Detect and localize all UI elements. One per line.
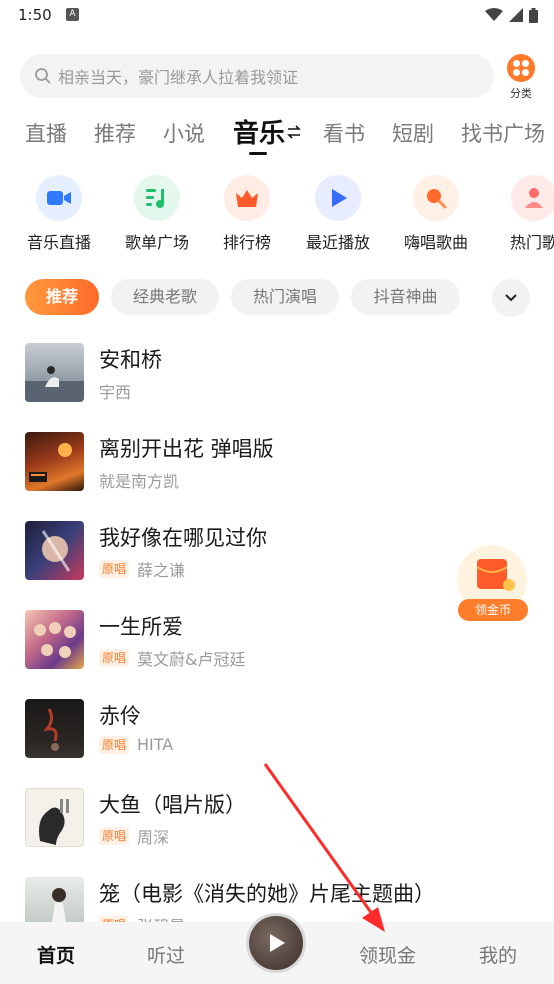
- shortcut-recent-play[interactable]: 最近播放: [298, 175, 378, 253]
- song-title: 离别开出花 弹唱版: [99, 437, 274, 461]
- shortcut-rankings[interactable]: 排行榜: [207, 175, 287, 253]
- song-artist: 就是南方凯: [99, 472, 180, 491]
- notification-icon: A: [66, 8, 79, 21]
- hot-singer-icon: [511, 175, 554, 221]
- tab-recommend[interactable]: 推荐: [94, 118, 136, 148]
- floating-coin-reward[interactable]: 领金币: [455, 545, 529, 621]
- song-title: 我好像在哪见过你: [99, 526, 267, 550]
- shortcut-hot-songs[interactable]: 热门歌: [494, 175, 554, 253]
- shortcut-label: 排行榜: [222, 233, 271, 252]
- crown-icon: [224, 175, 270, 221]
- song-title: 赤伶: [99, 704, 141, 728]
- tab-indicator: [249, 152, 267, 155]
- mini-player-button[interactable]: [246, 913, 306, 973]
- song-meta: 原唱 周深: [99, 824, 169, 848]
- tab-book-square[interactable]: 找书广场: [461, 118, 545, 148]
- list-item[interactable]: 安和桥 宇西: [0, 338, 554, 414]
- shortcut-label: 音乐直播: [26, 233, 91, 252]
- song-artist: 宇西: [99, 383, 132, 402]
- coin-label: 领金币: [458, 599, 528, 621]
- play-icon: [270, 934, 285, 952]
- song-meta: 原唱 莫文蔚&卢冠廷: [99, 646, 246, 670]
- playlist-icon: [134, 175, 180, 221]
- chevron-down-icon: [505, 294, 517, 302]
- original-badge: 原唱: [99, 735, 130, 754]
- nav-listened[interactable]: 听过: [147, 941, 185, 968]
- play-triangle-icon: [315, 175, 361, 221]
- search-bar[interactable]: 相亲当天，豪门继承人拉着我领证: [20, 54, 494, 98]
- song-meta: 原唱 薛之谦: [99, 557, 185, 581]
- nav-mine[interactable]: 我的: [479, 941, 517, 968]
- tab-short-drama[interactable]: 短剧: [392, 118, 434, 148]
- shortcut-label: 歌单广场: [124, 233, 189, 252]
- category-button[interactable]: 分类: [505, 54, 537, 101]
- shortcut-karaoke-songs[interactable]: 嗨唱歌曲: [396, 175, 476, 253]
- battery-icon: [529, 7, 538, 23]
- filter-chips: 推荐 经典老歌 热门演唱 抖音神曲: [0, 279, 554, 317]
- chip-recommend[interactable]: 推荐: [25, 279, 99, 315]
- album-cover: [25, 788, 84, 847]
- microphone-icon: [413, 175, 459, 221]
- album-cover: [25, 699, 84, 758]
- chip-hot-singing[interactable]: 热门演唱: [231, 279, 339, 315]
- list-item[interactable]: 赤伶 原唱 HITA: [0, 694, 554, 770]
- status-time: 1:50: [18, 6, 52, 24]
- song-meta: 宇西: [99, 379, 131, 403]
- song-artist: 莫文蔚&卢冠廷: [137, 650, 246, 669]
- shortcut-label: 嗨唱歌曲: [403, 233, 468, 252]
- status-icons: [485, 7, 538, 23]
- swap-icon[interactable]: [287, 125, 301, 139]
- song-title: 一生所爱: [99, 615, 183, 639]
- shortcut-label: 最近播放: [305, 233, 370, 252]
- song-title: 笼（电影《消失的她》片尾主题曲）: [99, 882, 435, 906]
- song-title: 安和桥: [99, 348, 162, 372]
- wifi-icon: [485, 8, 503, 21]
- list-item[interactable]: 大鱼（唱片版） 原唱 周深: [0, 783, 554, 859]
- shortcut-music-live[interactable]: 音乐直播: [19, 175, 99, 253]
- chip-classic-songs[interactable]: 经典老歌: [111, 279, 219, 315]
- song-title: 大鱼（唱片版）: [99, 793, 246, 817]
- search-placeholder: 相亲当天，豪门继承人拉着我领证: [58, 68, 299, 87]
- tab-novel[interactable]: 小说: [163, 118, 205, 148]
- album-cover: [25, 432, 84, 491]
- album-cover: [25, 610, 84, 669]
- original-badge: 原唱: [99, 649, 130, 667]
- shortcut-label: 热门歌: [509, 233, 554, 252]
- nav-home[interactable]: 首页: [37, 941, 75, 968]
- tab-music[interactable]: 音乐: [233, 113, 285, 150]
- shortcut-row: 音乐直播 歌单广场 排行榜 最近播放 嗨唱歌曲 热门歌: [0, 175, 554, 255]
- live-camera-icon: [36, 175, 82, 221]
- song-artist: HITA: [137, 735, 174, 754]
- song-meta: 原唱 HITA: [99, 735, 173, 754]
- chip-douyin-hits[interactable]: 抖音神曲: [351, 279, 460, 315]
- original-badge: 原唱: [99, 560, 130, 578]
- list-item[interactable]: 离别开出花 弹唱版 就是南方凯: [0, 427, 554, 503]
- top-tabs: 直播 推荐 小说 音乐 看书 短剧 找书广场: [0, 112, 554, 158]
- category-label: 分类: [510, 87, 532, 100]
- grid-icon: [507, 54, 535, 82]
- original-badge: 原唱: [99, 827, 130, 845]
- song-artist: 薛之谦: [137, 561, 186, 580]
- song-meta: 就是南方凯: [99, 468, 179, 492]
- album-cover: [25, 521, 84, 580]
- album-cover: [25, 343, 84, 402]
- expand-chips-button[interactable]: [492, 279, 530, 317]
- tab-live[interactable]: 直播: [25, 118, 67, 148]
- signal-icon: [509, 8, 523, 22]
- status-bar: 1:50 A: [0, 0, 554, 34]
- tab-read[interactable]: 看书: [323, 118, 365, 148]
- nav-cash[interactable]: 领现金: [359, 941, 416, 968]
- search-icon: [35, 68, 51, 84]
- song-artist: 周深: [137, 828, 170, 847]
- shortcut-playlist-square[interactable]: 歌单广场: [117, 175, 197, 253]
